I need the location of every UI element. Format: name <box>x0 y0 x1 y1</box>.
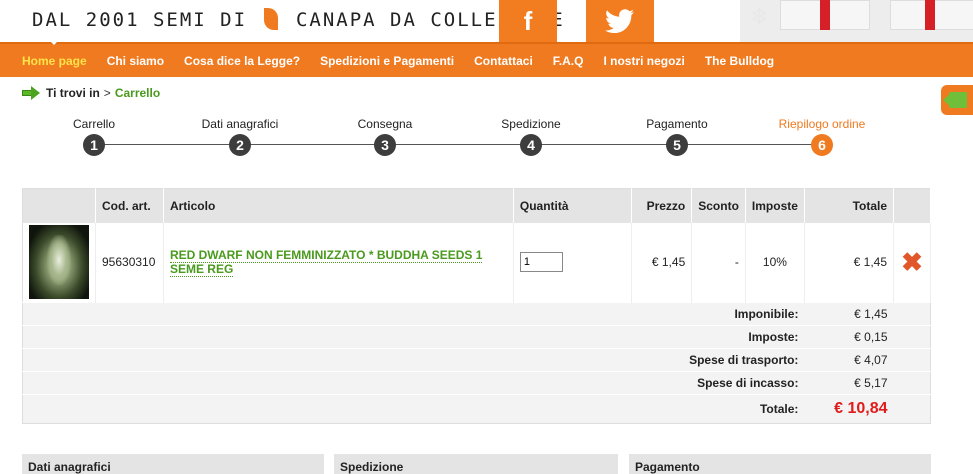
summary-spacer <box>893 325 931 349</box>
nav-faq[interactable]: F.A.Q <box>543 54 594 68</box>
nav-cosa-dice-la-legge[interactable]: Cosa dice la Legge? <box>174 54 310 68</box>
remove-item-icon[interactable]: ✖ <box>901 247 923 277</box>
summary-spacer <box>893 348 931 372</box>
summary-label: Spese di incasso: <box>22 371 805 395</box>
step-label-pagamento: Pagamento <box>646 117 708 131</box>
breadcrumb-prefix: Ti trovi in <box>46 86 100 100</box>
summary-label: Imposte: <box>22 325 805 349</box>
summary-row-trasporto: Spese di trasporto: € 4,07 <box>22 348 931 372</box>
gift-ribbon-image <box>925 0 935 30</box>
grand-total-label: Totale: <box>22 394 805 424</box>
product-thumbnail[interactable] <box>29 225 89 300</box>
cart-table: Cod. art. Articolo Quantità Prezzo Scont… <box>22 188 931 424</box>
facebook-button[interactable]: f <box>499 0 557 42</box>
cart-item-row: 95630310 RED DWARF NON FEMMINIZZATO * BU… <box>22 222 931 303</box>
summary-value: € 5,17 <box>804 371 894 395</box>
step-label-consegna: Consegna <box>357 117 413 131</box>
summary-label: Imponibile: <box>22 302 805 326</box>
remove-cell: ✖ <box>893 222 931 303</box>
breadcrumb: Ti trovi in > Carrello <box>22 86 160 100</box>
step-label-dati-anagrafici: Dati anagrafici <box>201 117 279 131</box>
snowflake-icon: ❄ <box>750 4 769 29</box>
header-quantity: Quantità <box>513 188 633 223</box>
tagline-start: DAL 2001 SEMI DI <box>32 9 248 31</box>
header-actions <box>893 188 931 223</box>
summary-spacer <box>893 302 931 326</box>
header-tax: Imposte <box>745 188 805 223</box>
summary-row-total: Totale: € 10,84 <box>22 394 931 424</box>
grand-total-value: € 10,84 <box>804 394 894 424</box>
gift-ribbon-image <box>820 0 830 30</box>
product-thumb-cell <box>22 222 96 303</box>
product-discount: - <box>691 222 746 303</box>
step-number-2[interactable]: 2 <box>229 134 251 156</box>
step-number-4[interactable]: 4 <box>520 134 542 156</box>
product-name-cell: RED DWARF NON FEMMINIZZATO * BUDDHA SEED… <box>163 222 514 303</box>
nav-spedizioni-pagamenti[interactable]: Spedizioni e Pagamenti <box>310 54 464 68</box>
nav-the-bulldog[interactable]: The Bulldog <box>695 54 784 68</box>
summary-spacer <box>893 394 931 424</box>
gift-decoration: ❄ ❄ <box>740 0 973 42</box>
breadcrumb-current-link[interactable]: Carrello <box>115 86 160 100</box>
summary-value: € 4,07 <box>804 348 894 372</box>
header-code: Cod. art. <box>95 188 164 223</box>
product-code: 95630310 <box>95 222 164 303</box>
summary-row-incasso: Spese di incasso: € 5,17 <box>22 371 931 395</box>
twitter-bird-icon <box>605 9 634 33</box>
green-arrow-icon <box>22 86 40 100</box>
panel-personal-data: Dati anagrafici <box>22 454 324 474</box>
step-label-riepilogo: Riepilogo ordine <box>778 117 866 131</box>
header-discount: Sconto <box>691 188 746 223</box>
step-label-carrello: Carrello <box>72 117 116 131</box>
main-navbar: Home page Chi siamo Cosa dice la Legge? … <box>0 38 973 77</box>
header-price: Prezzo <box>631 188 693 223</box>
summary-value: € 0,15 <box>804 325 894 349</box>
back-arrow-button[interactable] <box>941 85 973 115</box>
header-total: Totale <box>804 188 895 223</box>
step-label-spedizione: Spedizione <box>501 117 561 131</box>
steps-connector-line <box>677 144 821 145</box>
step-number-1[interactable]: 1 <box>83 134 105 156</box>
twitter-button[interactable] <box>586 0 654 42</box>
quantity-input[interactable] <box>519 252 563 273</box>
leaf-logo-icon <box>264 8 279 30</box>
nav-contattaci[interactable]: Contattaci <box>464 54 543 68</box>
nav-nostri-negozi[interactable]: I nostri negozi <box>593 54 694 68</box>
cart-header-row: Cod. art. Articolo Quantità Prezzo Scont… <box>22 188 931 223</box>
summary-spacer <box>893 371 931 395</box>
back-arrow-icon <box>943 92 967 108</box>
nav-home-page[interactable]: Home page <box>12 38 97 68</box>
step-number-3[interactable]: 3 <box>374 134 396 156</box>
step-number-6: 6 <box>811 134 833 156</box>
header-image <box>22 188 96 223</box>
header-article: Articolo <box>163 188 514 223</box>
summary-label: Spese di trasporto: <box>22 348 805 372</box>
product-quantity-cell <box>513 222 633 303</box>
site-tagline[interactable]: DAL 2001 SEMI DI CANAPA DA COLLEZIONE <box>32 8 565 31</box>
panel-shipping: Spedizione <box>334 454 618 474</box>
facebook-icon: f <box>523 5 533 36</box>
product-name-link[interactable]: RED DWARF NON FEMMINIZZATO * BUDDHA SEED… <box>169 248 483 278</box>
product-tax: 10% <box>745 222 805 303</box>
panel-payment: Pagamento <box>629 454 931 474</box>
site-header: DAL 2001 SEMI DI CANAPA DA COLLEZIONE f … <box>0 0 973 42</box>
breadcrumb-separator: > <box>103 86 111 100</box>
step-number-5[interactable]: 5 <box>666 134 688 156</box>
summary-row-imposte: Imposte: € 0,15 <box>22 325 931 349</box>
product-price: € 1,45 <box>631 222 693 303</box>
summary-value: € 1,45 <box>804 302 894 326</box>
summary-row-imponibile: Imponibile: € 1,45 <box>22 302 931 326</box>
product-total: € 1,45 <box>804 222 895 303</box>
nav-chi-siamo[interactable]: Chi siamo <box>97 54 174 68</box>
